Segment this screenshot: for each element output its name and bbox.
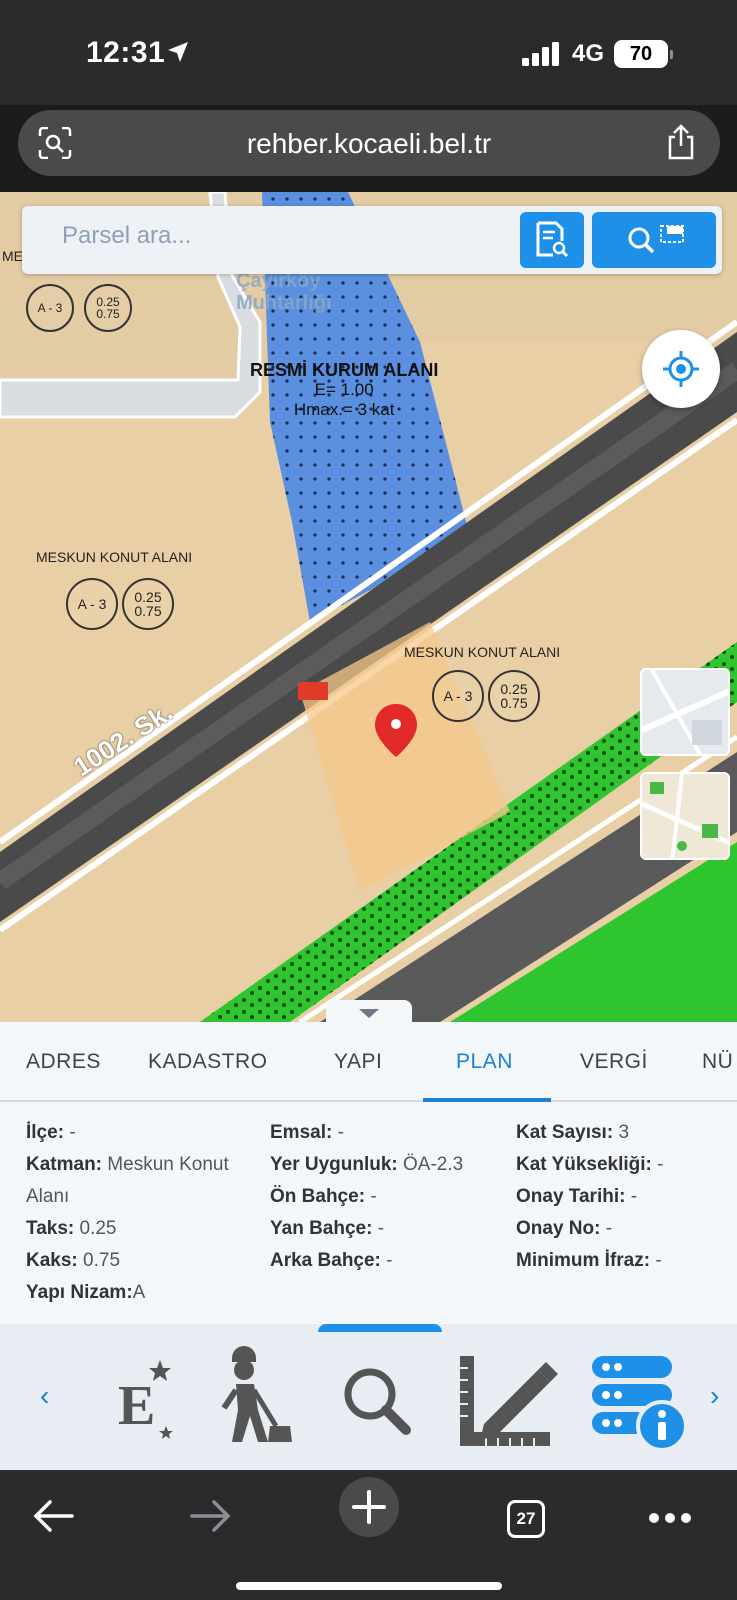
field-ilce: İlçe: -: [26, 1122, 76, 1143]
tab-count-button[interactable]: 27: [507, 1500, 545, 1538]
active-tab-indicator: [423, 1098, 551, 1102]
active-module-indicator: [318, 1324, 442, 1332]
network-type: 4G: [572, 40, 605, 67]
badge-ratio-right: 0.25 0.75: [488, 670, 540, 722]
field-yan-bahce: Yan Bahçe: -: [270, 1218, 385, 1239]
plan-map-icon: [642, 774, 728, 858]
tab-plan[interactable]: PLAN: [456, 1050, 513, 1074]
module-toolbar: ‹ › E: [0, 1324, 737, 1470]
e-belediye-icon[interactable]: E: [72, 1346, 182, 1456]
label-meskun-left: MESKUN KONUT ALANI: [36, 549, 193, 565]
info-tabs: ADRES KADASTRO YAPI PLAN VERGİ NÜ: [0, 1022, 737, 1102]
field-minimum-ifraz: Minimum İfraz: -: [516, 1250, 662, 1271]
tab-vergi[interactable]: VERGİ: [580, 1050, 648, 1074]
field-yapi-nizam: Yapı Nizam:A: [26, 1282, 146, 1303]
field-yer-uygunluk: Yer Uygunluk: ÖA-2.3: [270, 1154, 464, 1175]
field-kaks: Kaks: 0.75: [26, 1250, 121, 1271]
field-arka-bahce: Arka Bahçe: -: [270, 1250, 393, 1271]
layer-thumb-plan[interactable]: [640, 772, 730, 860]
toolbar-prev-chevron-icon[interactable]: ‹: [40, 1380, 49, 1412]
badge-ratio-left: 0.25 0.75: [122, 578, 174, 630]
poi-label: Çayırköy Muhtarlığı: [236, 270, 332, 314]
map-search-button[interactable]: [592, 212, 716, 268]
field-onay-no: Onay No: -: [516, 1218, 613, 1239]
map-search-icon: [628, 225, 684, 254]
label-meskun-right: MESKUN KONUT ALANI: [404, 644, 561, 660]
svg-text:E: E: [118, 1375, 155, 1437]
crosshair-icon: [663, 351, 699, 387]
new-tab-plus-icon[interactable]: [338, 1476, 400, 1538]
toolbar-next-chevron-icon[interactable]: ›: [710, 1380, 719, 1412]
badge-a3-right: A - 3: [432, 670, 484, 722]
badge-a3-left: A - 3: [66, 578, 118, 630]
parcel-search-box: [22, 206, 722, 274]
server-info-icon[interactable]: [584, 1346, 694, 1456]
field-emsal: Emsal: -: [270, 1122, 344, 1143]
back-arrow-icon[interactable]: [32, 1498, 74, 1534]
tab-yapi[interactable]: YAPI: [334, 1050, 382, 1074]
ruler-pencil-icon[interactable]: [450, 1346, 560, 1456]
field-taks: Taks: 0.25: [26, 1218, 117, 1239]
document-search-icon: [536, 221, 569, 258]
field-katman-cont: Alanı: [26, 1186, 70, 1207]
plan-area-info: RESMİ KURUM ALANI E= 1.00 Hmax.= 3 kat: [250, 360, 439, 419]
search-icon[interactable]: [322, 1346, 432, 1456]
browser-toolbar: 27: [0, 1470, 737, 1600]
construction-worker-icon[interactable]: [196, 1346, 306, 1456]
parcel-search-input[interactable]: [62, 222, 462, 250]
layer-thumb-street[interactable]: [640, 668, 730, 756]
badge-ratio-top: 0.25 0.75: [84, 284, 132, 332]
forward-arrow-icon[interactable]: [190, 1498, 232, 1534]
field-on-bahce: Ön Bahçe: -: [270, 1186, 377, 1207]
status-bar: 12:31 4G 70: [0, 0, 737, 105]
field-kat-sayisi: Kat Sayısı: 3: [516, 1122, 630, 1143]
status-time: 12:31: [86, 36, 166, 69]
locate-me-button[interactable]: [642, 330, 720, 408]
document-search-button[interactable]: [520, 212, 584, 268]
field-onay-tarihi: Onay Tarihi: -: [516, 1186, 638, 1207]
home-indicator: [236, 1582, 502, 1590]
more-options-icon[interactable]: [648, 1512, 692, 1524]
field-kat-yuksekligi: Kat Yüksekliği: -: [516, 1154, 664, 1175]
tab-nufus[interactable]: NÜ: [702, 1050, 733, 1074]
cell-signal-icon: [522, 42, 559, 66]
field-katman: Katman: Meskun Konut: [26, 1154, 229, 1175]
location-arrow-icon: [168, 42, 188, 62]
plan-map[interactable]: Çayırköy Muhtarlığı RESMİ KURUM ALANI E= …: [0, 192, 737, 1022]
share-icon[interactable]: [666, 124, 696, 160]
tab-adres[interactable]: ADRES: [26, 1050, 101, 1074]
tab-kadastro[interactable]: KADASTRO: [148, 1050, 268, 1074]
address-bar[interactable]: rehber.kocaeli.bel.tr: [18, 110, 720, 176]
url-text[interactable]: rehber.kocaeli.bel.tr: [18, 128, 720, 160]
street-map-icon: [642, 670, 728, 754]
info-panel: ADRES KADASTRO YAPI PLAN VERGİ NÜ İlçe: …: [0, 1022, 737, 1324]
battery-indicator: 70: [614, 40, 673, 68]
badge-a3-top: A - 3: [26, 284, 74, 332]
